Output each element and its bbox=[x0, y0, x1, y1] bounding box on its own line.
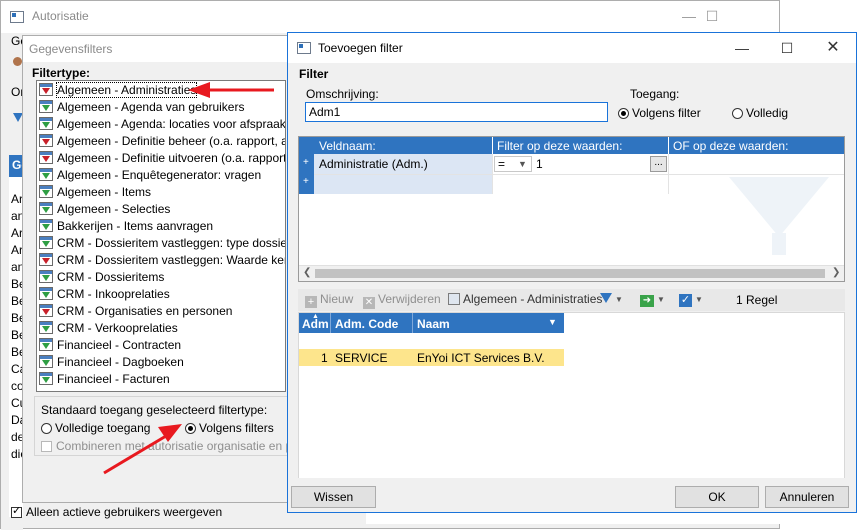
annotation-arrows bbox=[103, 82, 274, 475]
arrow-to-administraties bbox=[188, 82, 274, 98]
arrow-to-volgens-filters bbox=[103, 424, 182, 475]
